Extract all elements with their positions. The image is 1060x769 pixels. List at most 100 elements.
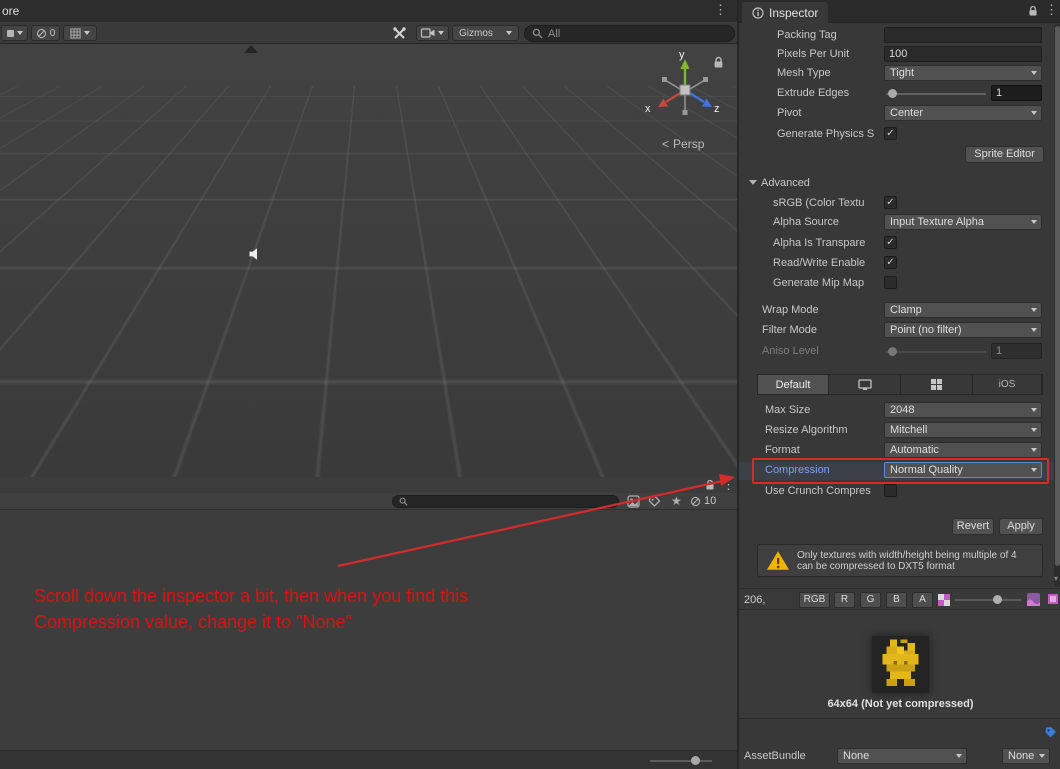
filter-mode-dropdown[interactable]: Point (no filter) <box>884 322 1042 338</box>
chevron-down-icon <box>1031 220 1037 224</box>
color-checker-icon[interactable] <box>938 594 950 606</box>
revert-button[interactable]: Revert <box>952 518 994 535</box>
preview-zoom-track[interactable] <box>955 599 1021 601</box>
compression-dropdown[interactable]: Normal Quality <box>884 462 1042 478</box>
star-icon[interactable]: ★ <box>671 494 682 508</box>
apply-button[interactable]: Apply <box>999 518 1043 535</box>
max-size-row: Max Size 2048 <box>739 402 1054 420</box>
r-channel-button[interactable]: R <box>834 592 855 608</box>
project-hidden-count[interactable]: 10 <box>690 495 716 507</box>
scroll-down-icon[interactable]: ▾ <box>1054 574 1058 583</box>
r-label: R <box>840 594 849 605</box>
tab-platform-default[interactable]: Default <box>758 375 829 394</box>
grid-settings-button[interactable] <box>63 25 97 41</box>
tools-icon[interactable] <box>392 26 407 41</box>
generate-physics-checkbox[interactable]: ✓ <box>884 127 897 140</box>
extrude-edges-field[interactable]: 1 <box>991 85 1042 101</box>
kebab-menu-icon[interactable]: ⋮ <box>714 3 727 16</box>
gizmos-label: Gizmos <box>459 27 493 39</box>
tab-platform-windows[interactable] <box>901 375 973 394</box>
mesh-type-value: Tight <box>890 67 915 79</box>
mipmap-icon[interactable] <box>1048 594 1058 604</box>
visibility-off-icon <box>36 28 46 38</box>
pixels-per-unit-field[interactable]: 100 <box>884 46 1042 62</box>
resize-algorithm-dropdown[interactable]: Mitchell <box>884 422 1042 438</box>
rgb-label: RGB <box>803 594 826 605</box>
foldout-open-icon <box>749 180 757 185</box>
resize-algorithm-value: Mitchell <box>890 424 928 436</box>
scene-view[interactable]: y x z < Persp <box>0 44 737 477</box>
b-channel-button[interactable]: B <box>886 592 907 608</box>
slider-knob <box>888 347 897 356</box>
wrap-mode-dropdown[interactable]: Clamp <box>884 302 1042 318</box>
visibility-off-icon <box>690 496 701 506</box>
alpha-source-dropdown[interactable]: Input Texture Alpha <box>884 214 1042 230</box>
lock-icon[interactable] <box>1028 5 1038 17</box>
mip-maps-checkbox[interactable] <box>884 276 897 289</box>
zoom-slider-knob[interactable] <box>691 756 700 765</box>
wrap-mode-row: Wrap Mode Clamp <box>739 302 1054 320</box>
lock-icon[interactable] <box>713 56 724 69</box>
max-size-dropdown[interactable]: 2048 <box>884 402 1042 418</box>
default-tab-label: Default <box>775 378 811 391</box>
tab-platform-ios[interactable]: iOS <box>973 375 1042 394</box>
a-channel-button[interactable]: A <box>912 592 933 608</box>
lock-icon[interactable] <box>705 479 715 491</box>
chevron-down-icon <box>1031 468 1037 472</box>
scene-search-input[interactable]: All <box>524 25 735 42</box>
pivot-dropdown[interactable]: Center <box>884 105 1042 121</box>
sprite-editor-button[interactable]: Sprite Editor <box>965 146 1044 163</box>
extrude-edges-slider[interactable] <box>886 93 986 95</box>
kebab-menu-icon[interactable]: ⋮ <box>722 478 735 491</box>
pivot-row: Pivot Center <box>739 105 1054 123</box>
assetbundle-variant-dropdown[interactable]: None <box>1002 748 1050 764</box>
search-icon <box>399 497 408 506</box>
search-by-type-icon[interactable] <box>627 495 640 508</box>
camera-settings-button[interactable] <box>416 25 449 41</box>
channels-icon[interactable] <box>1027 593 1040 606</box>
tab-inspector[interactable]: Inspector <box>742 2 829 23</box>
pivot-value: Center <box>890 107 924 119</box>
format-dropdown[interactable]: Automatic <box>884 442 1042 458</box>
check-icon: ✓ <box>886 237 895 248</box>
srgb-row: sRGB (Color Textu ✓ <box>739 195 1054 213</box>
alpha-transparency-checkbox[interactable]: ✓ <box>884 236 897 249</box>
kebab-menu-icon[interactable]: ⋮ <box>1045 3 1058 16</box>
hidden-objects-button[interactable]: 0 <box>31 25 60 41</box>
b-label: B <box>893 594 900 605</box>
speaker-icon[interactable] <box>248 247 263 261</box>
mesh-type-dropdown[interactable]: Tight <box>884 65 1042 81</box>
tab-platform-standalone[interactable] <box>829 375 901 394</box>
inspector-scrollbar[interactable]: ▾ <box>1054 24 1060 587</box>
preview-zoom-knob[interactable] <box>993 595 1002 604</box>
g-channel-button[interactable]: G <box>860 592 881 608</box>
persp-toggle[interactable]: < Persp <box>662 137 704 151</box>
scrollbar-thumb[interactable] <box>1055 26 1060 566</box>
assetbundle-d ropdown[interactable]: None <box>837 748 967 764</box>
alpha-source-label: Alpha Source <box>773 216 840 228</box>
use-crunch-checkbox[interactable] <box>884 484 897 497</box>
tag-icon[interactable] <box>1044 726 1057 739</box>
inspector-tab-title: Inspector <box>769 5 819 20</box>
hidden-count: 0 <box>49 27 56 39</box>
rgb-button[interactable]: RGB <box>799 592 830 608</box>
advanced-foldout[interactable]: Advanced <box>739 175 1054 193</box>
srgb-checkbox[interactable]: ✓ <box>884 196 897 209</box>
render-mode-button[interactable] <box>1 25 28 41</box>
project-search-input[interactable] <box>392 495 619 508</box>
read-write-checkbox[interactable]: ✓ <box>884 256 897 269</box>
search-by-label-icon[interactable] <box>648 495 661 508</box>
zoom-slider-track[interactable] <box>650 760 712 762</box>
packing-tag-field[interactable] <box>884 27 1042 43</box>
gizmos-dropdown[interactable]: Gizmos <box>452 25 519 41</box>
slider-knob[interactable] <box>888 89 897 98</box>
aniso-slider <box>886 351 986 353</box>
chevron-left-icon: < <box>662 137 670 151</box>
scene-grid <box>0 44 737 87</box>
advanced-label: Advanced <box>761 177 810 189</box>
alpha-source-value: Input Texture Alpha <box>890 216 984 228</box>
alpha-transparency-label: Alpha Is Transpare <box>773 237 866 249</box>
check-icon: ✓ <box>886 128 895 139</box>
grid-icon <box>70 27 81 39</box>
unity-editor-window: ore ⋮ 0 Gizmos All y x z < Persp ⋮ ★ 10 … <box>0 0 1060 769</box>
